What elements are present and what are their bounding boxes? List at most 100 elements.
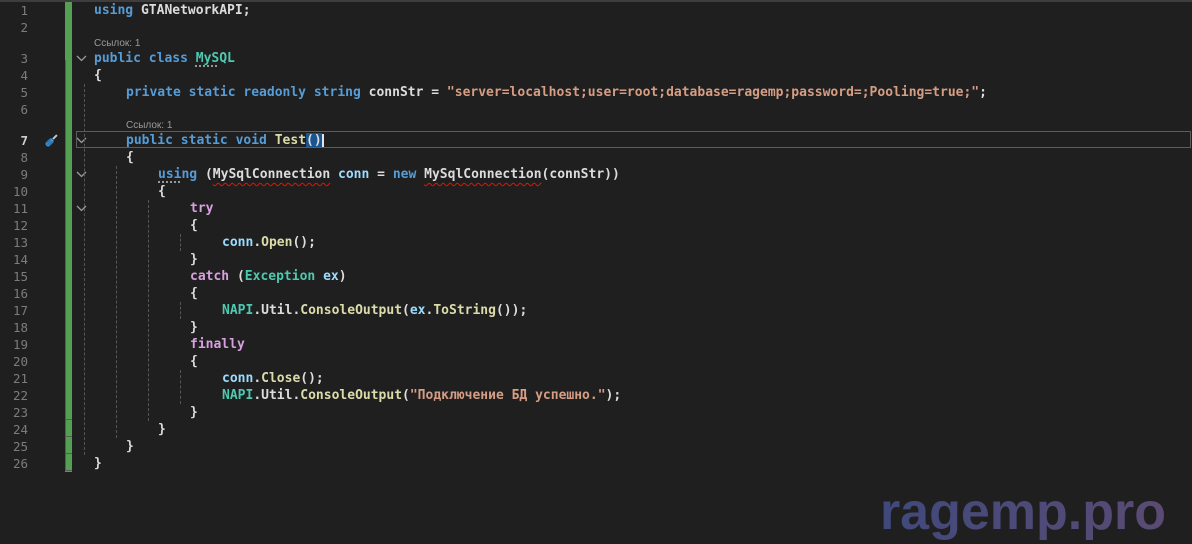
quick-actions-screwdriver-icon[interactable] (38, 132, 65, 149)
change-tracking-bar (65, 302, 72, 319)
code-line-row: 4{ (0, 67, 1192, 84)
code-editor: 1 using GTANetworkAPI; 2 Ссылок: 1 3 public c… (0, 0, 1192, 544)
line-number[interactable]: 6 (0, 102, 38, 117)
code-token: MyS (196, 51, 219, 66)
line-number[interactable]: 18 (0, 320, 38, 335)
code-line[interactable]: { (90, 218, 1192, 233)
line-number[interactable]: 13 (0, 235, 38, 250)
code-line-row: 11 try (0, 200, 1192, 217)
fold-chevron-down-icon[interactable] (72, 55, 90, 62)
code-line[interactable]: { (90, 286, 1192, 301)
change-tracking-bar (65, 50, 72, 67)
fold-chevron-down-icon[interactable] (72, 137, 90, 144)
code-token: { (190, 218, 198, 233)
code-line-row: 18} (0, 319, 1192, 336)
line-number[interactable]: 8 (0, 150, 38, 165)
code-token: } (94, 456, 102, 471)
line-number[interactable]: 21 (0, 371, 38, 386)
line-number[interactable]: 16 (0, 286, 38, 301)
line-number[interactable]: 7 (0, 133, 38, 148)
code-line[interactable]: private static readonly string connStr =… (90, 85, 1192, 100)
code-line[interactable]: } (90, 456, 1192, 471)
code-token: } (158, 422, 166, 437)
code-token: ToString (433, 303, 496, 318)
line-number[interactable]: 15 (0, 269, 38, 284)
code-line-row: 6 (0, 101, 1192, 118)
change-tracking-bar (65, 387, 72, 404)
change-tracking-bar (65, 217, 72, 234)
line-number[interactable]: 1 (0, 3, 38, 18)
change-tracking-bar (65, 268, 72, 285)
line-number[interactable]: 23 (0, 405, 38, 420)
code-line[interactable]: { (90, 184, 1192, 199)
change-tracking-bar (65, 353, 72, 370)
line-number[interactable]: 11 (0, 201, 38, 216)
code-token: Util (261, 388, 292, 403)
line-number[interactable]: 19 (0, 337, 38, 352)
code-line[interactable]: finally (90, 337, 1192, 352)
change-tracking-bar (65, 166, 72, 183)
code-token: ConsoleOutput (300, 388, 402, 403)
change-tracking-bar (65, 370, 72, 387)
code-line[interactable]: { (90, 150, 1192, 165)
codelens-row: Ссылок: 1 (0, 36, 1192, 50)
line-number[interactable]: 25 (0, 439, 38, 454)
code-token: () (306, 133, 322, 148)
change-tracking-bar (65, 118, 72, 132)
code-token: } (190, 405, 198, 420)
code-line[interactable]: { (90, 68, 1192, 83)
line-number[interactable]: 26 (0, 456, 38, 471)
line-number[interactable]: 17 (0, 303, 38, 318)
change-tracking-bar (65, 2, 72, 19)
code-token: (connStr)) (542, 167, 620, 182)
code-token: conn (222, 371, 253, 386)
code-line[interactable]: public static void Test() (90, 133, 1192, 148)
line-number[interactable]: 14 (0, 252, 38, 267)
line-number[interactable]: 10 (0, 184, 38, 199)
code-token: Exception (245, 269, 315, 284)
line-number[interactable]: 24 (0, 422, 38, 437)
code-line[interactable]: NAPI.Util.ConsoleOutput("Подключение БД … (90, 388, 1192, 403)
fold-chevron-down-icon[interactable] (72, 205, 90, 212)
fold-chevron-down-icon[interactable] (72, 171, 90, 178)
code-token: ex (410, 303, 426, 318)
code-line[interactable]: } (90, 439, 1192, 454)
line-number[interactable]: 2 (0, 20, 38, 35)
line-number[interactable]: 9 (0, 167, 38, 182)
code-token: public static void (126, 133, 275, 148)
code-line[interactable]: using GTANetworkAPI; (90, 3, 1192, 18)
code-line[interactable]: try (90, 201, 1192, 216)
code-line[interactable]: NAPI.Util.ConsoleOutput(ex.ToString()); (90, 303, 1192, 318)
code-line-row: 19 finally (0, 336, 1192, 353)
code-line[interactable]: } (90, 405, 1192, 420)
line-number[interactable]: 5 (0, 85, 38, 100)
line-number[interactable]: 3 (0, 51, 38, 66)
code-token: . (253, 303, 261, 318)
line-number[interactable]: 20 (0, 354, 38, 369)
code-token: conn (222, 235, 253, 250)
line-number[interactable]: 4 (0, 68, 38, 83)
code-line[interactable]: using (MySqlConnection conn = new MySqlC… (90, 167, 1192, 182)
code-line[interactable]: } (90, 422, 1192, 437)
line-number[interactable]: 22 (0, 388, 38, 403)
code-token: private static readonly string (126, 85, 369, 100)
code-line[interactable]: conn.Open(); (90, 235, 1192, 250)
code-line[interactable]: conn.Close(); (90, 371, 1192, 386)
codelens-references[interactable]: Ссылок: 1 (90, 120, 1192, 131)
change-tracking-bar (65, 67, 72, 84)
code-line[interactable]: } (90, 252, 1192, 267)
line-number[interactable]: 12 (0, 218, 38, 233)
code-token: GTANetworkAPI; (141, 3, 251, 18)
code-line[interactable]: } (90, 320, 1192, 335)
code-token: ) (339, 269, 347, 284)
code-line-row: 24} (0, 421, 1192, 438)
code-line-row: 8{ (0, 149, 1192, 166)
codelens-row: Ссылок: 1 (0, 118, 1192, 132)
codelens-references[interactable]: Ссылок: 1 (90, 38, 1192, 49)
code-token: ( (402, 388, 410, 403)
code-line[interactable]: catch (Exception ex) (90, 269, 1192, 284)
code-line[interactable]: public class MySQL (90, 51, 1192, 66)
code-line-row: 16 { (0, 285, 1192, 302)
change-tracking-bar (65, 285, 72, 302)
code-line[interactable]: { (90, 354, 1192, 369)
